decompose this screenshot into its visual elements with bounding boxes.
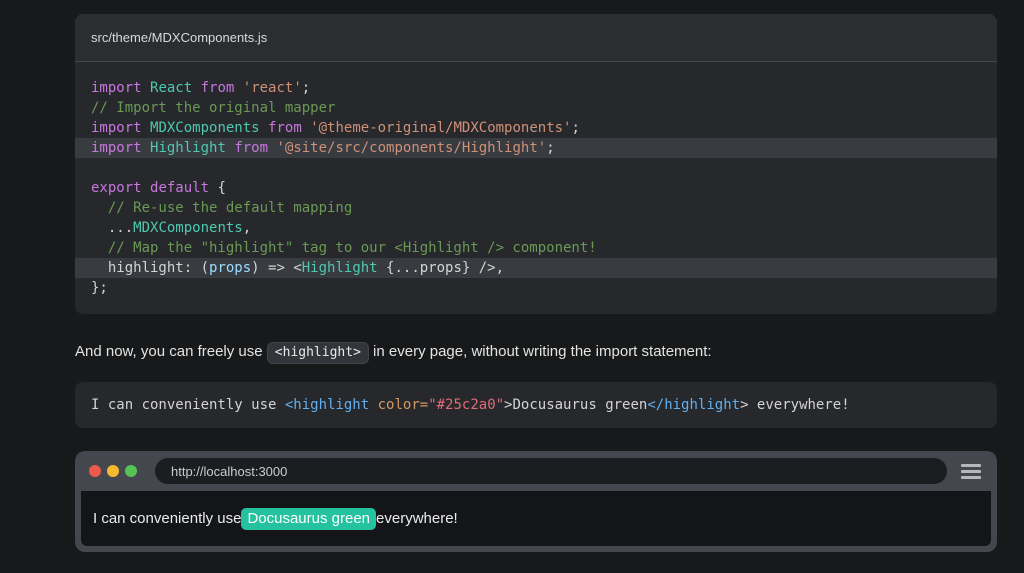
code-block-content[interactable]: import React from 'react'; // Import the …	[75, 62, 997, 314]
code-line: highlight: (props) => <Highlight {...pro…	[75, 258, 997, 278]
browser-window-mockup: http://localhost:3000 I can conveniently…	[75, 451, 997, 552]
code-line: ...MDXComponents,	[91, 220, 252, 236]
hamburger-menu-icon[interactable]	[961, 463, 981, 479]
inline-code-highlight-tag: <highlight>	[266, 342, 369, 364]
code-line: // Map the "highlight" tag to our <Highl…	[91, 240, 597, 256]
window-minimize-button[interactable]	[107, 465, 119, 477]
paragraph-text-before: And now, you can freely use	[75, 343, 267, 360]
browser-content: I can conveniently use Docusaurus green …	[81, 491, 991, 546]
code-block-mdxcomponents: src/theme/MDXComponents.js import React …	[75, 14, 997, 314]
code-line: // Import the original mapper	[91, 100, 336, 116]
code-line: I can conveniently use <highlight color=…	[91, 397, 850, 413]
address-bar[interactable]: http://localhost:3000	[155, 458, 947, 484]
code-block-usage-example: I can conveniently use <highlight color=…	[75, 382, 997, 428]
browser-text-before: I can conveniently use	[93, 510, 242, 527]
window-close-button[interactable]	[89, 465, 101, 477]
paragraph-text-after: in every page, without writing the impor…	[368, 343, 712, 360]
browser-text-after: everywhere!	[376, 510, 458, 527]
code-line: };	[91, 280, 108, 296]
code-line: import React from 'react';	[91, 80, 311, 96]
code-line: import MDXComponents from '@theme-origin…	[91, 120, 580, 136]
code-line: import Highlight from '@site/src/compone…	[75, 138, 997, 158]
code-block-content[interactable]: I can conveniently use <highlight color=…	[75, 382, 997, 428]
highlighted-text: Docusaurus green	[241, 507, 377, 530]
browser-topbar: http://localhost:3000	[81, 451, 991, 491]
paragraph: And now, you can freely use <highlight> …	[75, 340, 997, 365]
docs-page: src/theme/MDXComponents.js import React …	[0, 0, 1024, 573]
code-block-title: src/theme/MDXComponents.js	[75, 14, 997, 62]
code-line: export default {	[91, 180, 226, 196]
code-line: // Re-use the default mapping	[91, 200, 353, 216]
window-maximize-button[interactable]	[125, 465, 137, 477]
url-text: http://localhost:3000	[171, 463, 288, 479]
